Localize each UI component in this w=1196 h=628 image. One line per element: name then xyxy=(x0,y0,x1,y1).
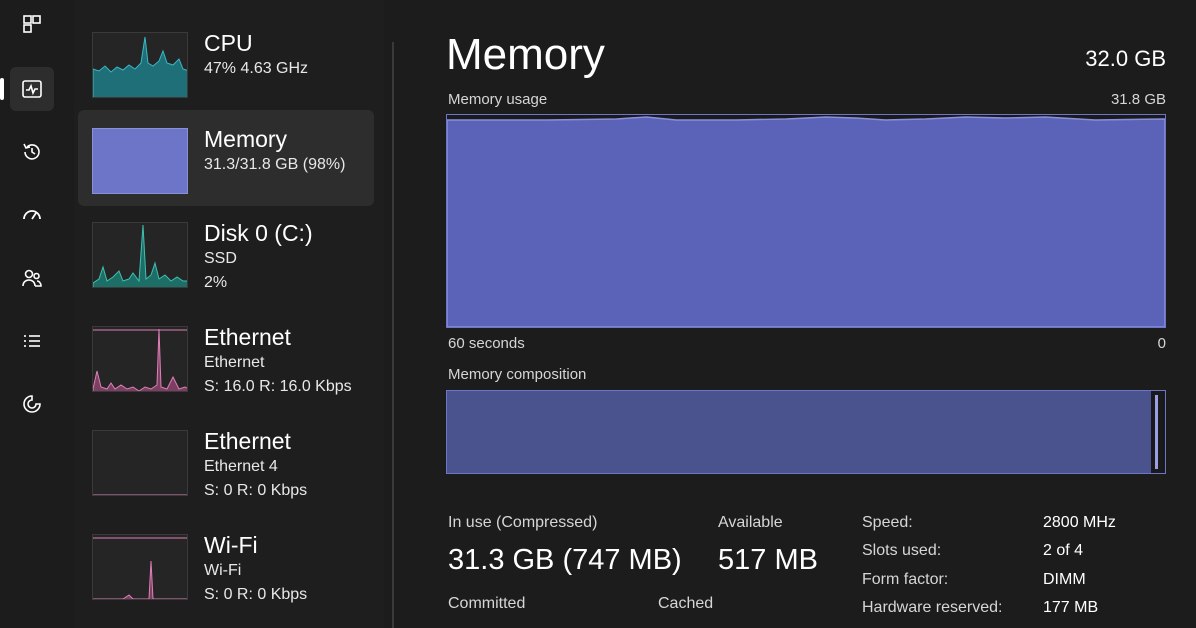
slots-used-key: Slots used: xyxy=(862,542,942,559)
ethernet-4-title: Ethernet xyxy=(204,428,291,454)
resource-item-wifi[interactable]: Wi-Fi Wi-Fi S: 0 R: 0 Kbps xyxy=(78,516,374,612)
resource-item-ethernet[interactable]: Ethernet Ethernet S: 16.0 R: 16.0 Kbps xyxy=(78,308,374,404)
resource-item-disk[interactable]: Disk 0 (C:) SSD 2% xyxy=(78,204,374,300)
memory-usage-graph xyxy=(446,114,1166,328)
cpu-usage: 47% 4.63 GHz xyxy=(204,60,309,77)
active-indicator xyxy=(0,78,4,100)
ethernet-4-adapter: Ethernet 4 xyxy=(204,458,278,475)
available-value: 517 MB xyxy=(718,544,818,576)
speed-key: Speed: xyxy=(862,514,913,531)
services-icon[interactable] xyxy=(10,382,54,426)
details-icon[interactable] xyxy=(10,319,54,363)
total-memory: 32.0 GB xyxy=(1085,46,1166,71)
form-factor-value: DIMM xyxy=(1043,571,1086,588)
disk-title: Disk 0 (C:) xyxy=(204,220,313,246)
resource-list: CPU 47% 4.63 GHz Memory 31.3/31.8 GB (98… xyxy=(74,0,384,628)
users-icon[interactable] xyxy=(10,256,54,300)
cached-label: Cached xyxy=(658,595,714,612)
speed-value: 2800 MHz xyxy=(1043,514,1116,531)
hardware-reserved-key: Hardware reserved: xyxy=(862,599,1003,616)
hardware-reserved-value: 177 MB xyxy=(1043,599,1099,616)
slots-used-value: 2 of 4 xyxy=(1043,542,1084,559)
performance-icon[interactable] xyxy=(10,67,54,111)
disk-usage: 2% xyxy=(204,274,228,291)
memory-detail-panel: Memory 32.0 GB Memory usage 31.8 GB 60 s… xyxy=(400,0,1196,628)
memory-composition-bar xyxy=(446,390,1166,474)
disk-type: SSD xyxy=(204,250,237,267)
wifi-title: Wi-Fi xyxy=(204,532,258,558)
ethernet-thumbnail-graph xyxy=(92,326,188,392)
page-title: Memory xyxy=(446,30,605,79)
memory-usage-area xyxy=(447,116,1165,327)
resource-item-cpu[interactable]: CPU 47% 4.63 GHz xyxy=(78,14,374,110)
memory-thumbnail-graph xyxy=(92,128,188,194)
in-use-label: In use (Compressed) xyxy=(448,514,598,531)
cpu-thumbnail-graph xyxy=(92,32,188,98)
pane-divider[interactable] xyxy=(392,42,394,628)
navigation-rail xyxy=(0,0,66,628)
memory-usage-label: Memory usage xyxy=(448,91,548,108)
ethernet-4-thumbnail-graph xyxy=(92,430,188,496)
memory-composition-label: Memory composition xyxy=(448,366,587,383)
cpu-title: CPU xyxy=(204,30,253,56)
processes-icon[interactable] xyxy=(10,2,54,46)
in-use-segment[interactable] xyxy=(447,391,1151,473)
ethernet-adapter: Ethernet xyxy=(204,354,265,371)
form-factor-key: Form factor: xyxy=(862,571,949,588)
in-use-value: 31.3 GB (747 MB) xyxy=(448,544,682,576)
committed-label: Committed xyxy=(448,595,526,612)
available-label: Available xyxy=(718,514,783,531)
wifi-throughput: S: 0 R: 0 Kbps xyxy=(204,586,308,603)
memory-title: Memory xyxy=(204,126,288,152)
ethernet-4-throughput: S: 0 R: 0 Kbps xyxy=(204,482,308,499)
memory-usage: 31.3/31.8 GB (98%) xyxy=(204,156,346,173)
resource-item-ethernet-4[interactable]: Ethernet Ethernet 4 S: 0 R: 0 Kbps xyxy=(78,412,374,508)
memory-usage-max: 31.8 GB xyxy=(1110,91,1166,108)
ethernet-title: Ethernet xyxy=(204,324,291,350)
time-span-label: 60 seconds xyxy=(448,335,525,352)
wifi-thumbnail-graph xyxy=(92,534,188,600)
app-history-icon[interactable] xyxy=(10,130,54,174)
disk-thumbnail-graph xyxy=(92,222,188,288)
ethernet-throughput: S: 16.0 R: 16.0 Kbps xyxy=(204,378,352,395)
wifi-adapter: Wi-Fi xyxy=(204,562,242,579)
graph-zero-label: 0 xyxy=(1157,335,1166,352)
modified-segment[interactable] xyxy=(1155,395,1158,469)
startup-apps-icon[interactable] xyxy=(10,193,54,237)
resource-item-memory[interactable]: Memory 31.3/31.8 GB (98%) xyxy=(78,110,374,206)
